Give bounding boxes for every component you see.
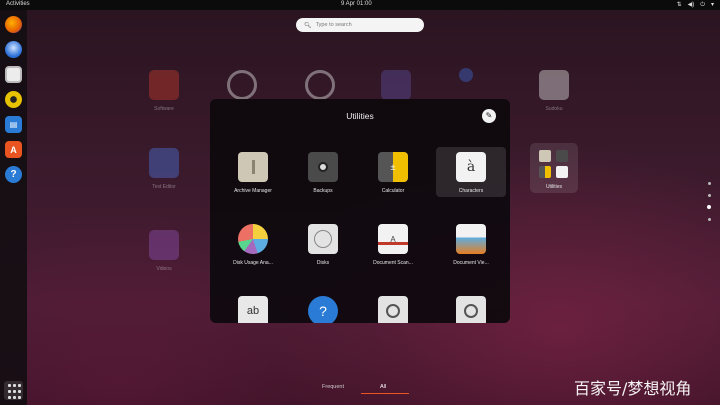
- app-characters[interactable]: à Characters: [436, 147, 506, 197]
- watermark: 百家号/梦想视角: [574, 379, 692, 398]
- help-icon: ?: [308, 296, 338, 323]
- files-icon[interactable]: [5, 66, 22, 83]
- app-fonts[interactable]: ab: [218, 291, 288, 323]
- volume-icon[interactable]: ◀): [688, 1, 695, 9]
- app-archive-manager[interactable]: Archive Manager: [218, 147, 288, 197]
- libreoffice-writer-icon[interactable]: ▤: [5, 116, 22, 133]
- magnifier-icon: [378, 296, 408, 323]
- app-tile[interactable]: [212, 70, 272, 100]
- app-magnifier[interactable]: [358, 291, 428, 323]
- app-tile[interactable]: [290, 70, 350, 100]
- app-document-scanner[interactable]: A Document Scan...: [358, 219, 428, 269]
- app-search[interactable]: [436, 291, 506, 323]
- app-tile-text-editor[interactable]: Text Editor: [134, 148, 194, 190]
- app-tile-sudoku[interactable]: Sudoku: [524, 70, 584, 112]
- app-disks[interactable]: Disks: [288, 219, 358, 269]
- search-bar[interactable]: 🔍︎: [296, 18, 424, 32]
- backups-icon: [556, 150, 568, 162]
- system-tray[interactable]: ⇅ ◀) ⏻ ▾: [677, 1, 714, 9]
- chevron-down-icon[interactable]: ▾: [711, 1, 714, 9]
- backups-icon: [308, 152, 338, 182]
- top-bar: Activities 9 Apr 01:00 ⇅ ◀) ⏻ ▾: [0, 0, 720, 10]
- videos-icon: [149, 230, 179, 260]
- thunderbird-icon[interactable]: [5, 41, 22, 58]
- characters-icon: à: [456, 152, 486, 182]
- app-icon: [459, 68, 473, 82]
- rhythmbox-icon[interactable]: [5, 91, 22, 108]
- app-icon: [381, 70, 411, 100]
- disks-icon: [308, 224, 338, 254]
- sudoku-icon: [539, 70, 569, 100]
- power-icon[interactable]: ⏻: [700, 1, 705, 9]
- app-tile-videos[interactable]: Videos: [134, 230, 194, 272]
- search-icon: 🔍︎: [304, 22, 312, 29]
- help-icon[interactable]: ?: [5, 166, 22, 183]
- app-icon: [227, 70, 257, 100]
- document-viewer-icon: [456, 224, 486, 254]
- search-input[interactable]: [315, 22, 416, 28]
- page-dot-active[interactable]: [707, 205, 711, 209]
- ubuntu-software-icon[interactable]: A: [5, 141, 22, 158]
- dock: ▤ A ?: [0, 10, 27, 405]
- pencil-icon: ✎: [485, 111, 493, 120]
- utilities-folder-popup: Utilities ✎ Archive Manager Backups ± Ca…: [210, 99, 510, 323]
- characters-icon: [556, 166, 568, 178]
- app-document-viewer[interactable]: Document Vie...: [436, 219, 506, 269]
- firefox-icon[interactable]: [5, 16, 22, 33]
- clock[interactable]: 9 Apr 01:00: [341, 1, 372, 7]
- activities-button[interactable]: Activities: [6, 1, 30, 7]
- utilities-folder-tile[interactable]: Utilities: [530, 143, 578, 193]
- app-icon: [305, 70, 335, 100]
- archive-manager-icon: [238, 152, 268, 182]
- text-editor-icon: [149, 148, 179, 178]
- software-icon: [149, 70, 179, 100]
- network-icon[interactable]: ⇅: [677, 1, 682, 9]
- rename-folder-button[interactable]: ✎: [482, 109, 496, 123]
- search-icon: [456, 296, 486, 323]
- calculator-icon: ±: [378, 152, 408, 182]
- tab-all[interactable]: All: [380, 384, 386, 390]
- fonts-icon: ab: [238, 296, 268, 323]
- app-tile[interactable]: [366, 70, 426, 100]
- app-calculator[interactable]: ± Calculator: [358, 147, 428, 197]
- document-scanner-icon: A: [378, 224, 408, 254]
- calculator-icon: [539, 166, 551, 178]
- folder-title: Utilities: [346, 111, 374, 121]
- page-dot[interactable]: [708, 218, 711, 221]
- app-help[interactable]: ?: [288, 291, 358, 323]
- app-tile[interactable]: [436, 68, 496, 82]
- disk-usage-icon: [238, 224, 268, 254]
- archive-manager-icon: [539, 150, 551, 162]
- page-dot[interactable]: [708, 182, 711, 185]
- tab-frequent[interactable]: Frequent: [322, 384, 344, 390]
- app-tile-software[interactable]: Software: [134, 70, 194, 112]
- app-disk-usage-analyzer[interactable]: Disk Usage Ana...: [218, 219, 288, 269]
- active-tab-indicator: [361, 393, 409, 394]
- page-dot[interactable]: [708, 194, 711, 197]
- app-backups[interactable]: Backups: [288, 147, 358, 197]
